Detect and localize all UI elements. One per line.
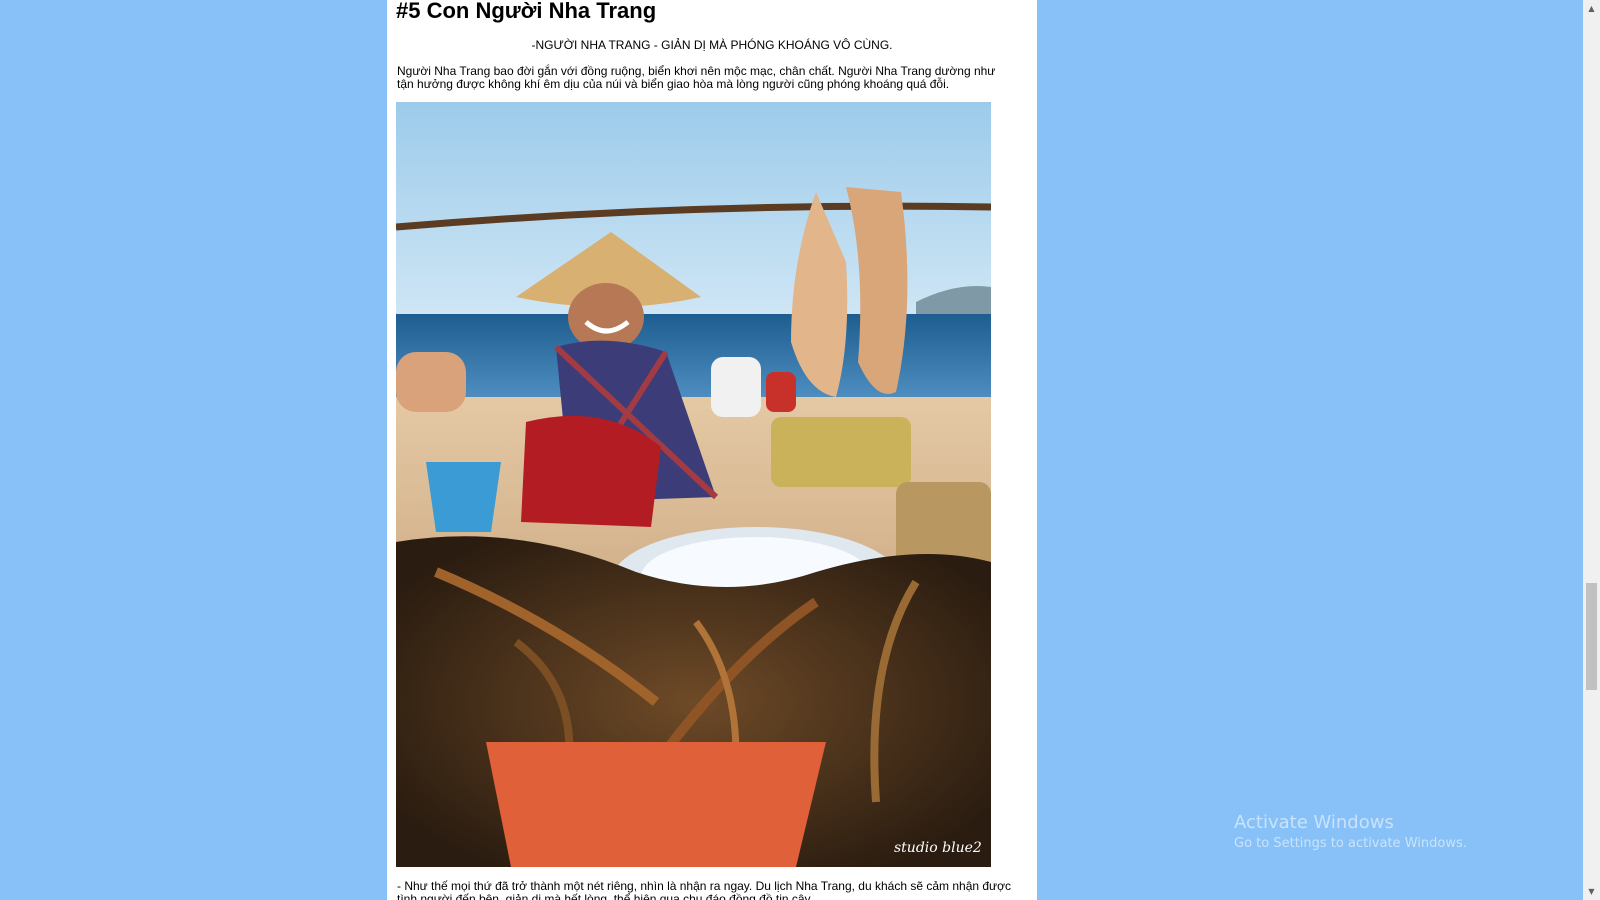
chevron-down-icon[interactable]: ▼ xyxy=(1583,883,1600,900)
article-column: #5 Con Người Nha Trang -NGƯỜI NHA TRANG … xyxy=(387,0,1037,900)
activate-windows-watermark: Activate Windows Go to Settings to activ… xyxy=(1234,812,1467,851)
vertical-scrollbar[interactable]: ▲ ▼ xyxy=(1583,0,1600,900)
section-heading: #5 Con Người Nha Trang xyxy=(396,0,657,23)
intro-paragraph: Người Nha Trang bao đời gắn với đồng ruộ… xyxy=(397,64,996,91)
scrollbar-thumb[interactable] xyxy=(1586,583,1597,690)
photo-signature: studio blue2 xyxy=(894,840,982,856)
following-paragraph: - Như thế mọi thứ đã trở thành một nét r… xyxy=(397,879,1011,900)
seafood-vendor-photo: studio blue2 xyxy=(396,102,991,867)
chevron-up-icon[interactable]: ▲ xyxy=(1583,0,1600,17)
section-subtitle: -NGƯỜI NHA TRANG - GIẢN DỊ MÀ PHÓNG KHOÁ… xyxy=(531,38,893,52)
watermark-subtitle: Go to Settings to activate Windows. xyxy=(1234,836,1467,851)
browser-viewport: #5 Con Người Nha Trang -NGƯỜI NHA TRANG … xyxy=(0,0,1600,900)
watermark-title: Activate Windows xyxy=(1234,812,1394,833)
